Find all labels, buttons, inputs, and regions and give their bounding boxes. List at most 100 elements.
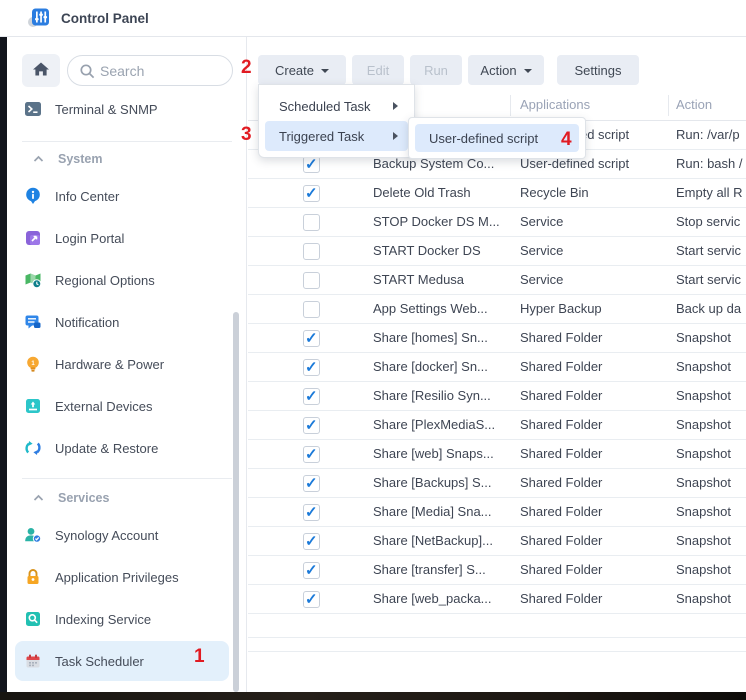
row-checkbox[interactable]: [303, 243, 320, 260]
sidebar-item-login-portal[interactable]: Login Portal: [15, 221, 229, 255]
task-name-cell: Share [Backups] S...: [373, 475, 505, 490]
create-button-label: Create: [275, 63, 314, 78]
sidebar-item-application-privileges[interactable]: Application Privileges: [15, 560, 229, 594]
menu-item-scheduled-task[interactable]: Scheduled Task: [265, 91, 408, 121]
synology-account-icon: [24, 526, 42, 544]
submenu-arrow-icon: [393, 102, 398, 110]
table-row[interactable]: Share [Resilio Syn... Shared Folder Snap…: [248, 382, 746, 411]
applications-cell: Recycle Bin: [520, 185, 662, 200]
action-cell: Snapshot: [676, 446, 746, 461]
table-row[interactable]: START Docker DS Service Start servic: [248, 237, 746, 266]
row-checkbox[interactable]: [303, 446, 320, 463]
row-checkbox[interactable]: [303, 562, 320, 579]
table-row[interactable]: START Medusa Service Start servic: [248, 266, 746, 295]
row-checkbox[interactable]: [303, 591, 320, 608]
table-row[interactable]: Share [transfer] S... Shared Folder Snap…: [248, 556, 746, 585]
menu-item-triggered-task[interactable]: Triggered Task: [265, 121, 408, 151]
table-row[interactable]: App Settings Web... Hyper Backup Back up…: [248, 295, 746, 324]
sidebar-divider: [22, 478, 232, 479]
task-name-cell: START Docker DS: [373, 243, 505, 258]
table-row[interactable]: Share [Media] Sna... Shared Folder Snaps…: [248, 498, 746, 527]
search-box: [67, 55, 233, 86]
task-name-cell: Share [homes] Sn...: [373, 330, 505, 345]
action-cell: Snapshot: [676, 533, 746, 548]
info-center-icon: [24, 187, 42, 205]
page-title: Control Panel: [61, 11, 149, 26]
applications-cell: Shared Folder: [520, 330, 662, 345]
sidebar-item-hardware-power[interactable]: 1 Hardware & Power: [15, 347, 229, 381]
table-row[interactable]: STOP Docker DS M... Service Stop servic: [248, 208, 746, 237]
table-row[interactable]: Share [Backups] S... Shared Folder Snaps…: [248, 469, 746, 498]
sidebar-item-external-devices[interactable]: External Devices: [15, 389, 229, 423]
action-cell: Back up da: [676, 301, 746, 316]
sidebar-item-info-center[interactable]: Info Center: [15, 179, 229, 213]
row-checkbox[interactable]: [303, 330, 320, 347]
row-checkbox[interactable]: [303, 185, 320, 202]
sidebar-item-terminal-snmp[interactable]: Terminal & SNMP: [15, 92, 229, 126]
row-checkbox[interactable]: [303, 301, 320, 318]
table-row[interactable]: Share [NetBackup]... Shared Folder Snaps…: [248, 527, 746, 556]
row-checkbox[interactable]: [303, 533, 320, 550]
task-name-cell: Share [Media] Sna...: [373, 504, 505, 519]
table-row[interactable]: Share [PlexMediaS... Shared Folder Snaps…: [248, 411, 746, 440]
settings-button-label: Settings: [575, 63, 622, 78]
task-name-cell: Share [web] Snaps...: [373, 446, 505, 461]
sidebar-item-label: Update & Restore: [55, 441, 158, 456]
action-column-header[interactable]: Action: [676, 97, 712, 112]
sidebar-section-system[interactable]: System: [33, 151, 102, 167]
applications-cell: Shared Folder: [520, 417, 662, 432]
edit-button[interactable]: Edit: [352, 55, 404, 85]
title-bar: Control Panel: [0, 0, 746, 37]
sidebar-item-indexing-service[interactable]: Indexing Service: [15, 602, 229, 636]
create-button[interactable]: Create: [258, 55, 346, 85]
action-cell: Run: bash /: [676, 156, 746, 171]
settings-button[interactable]: Settings: [557, 55, 639, 85]
table-row[interactable]: Share [homes] Sn... Shared Folder Snapsh…: [248, 324, 746, 353]
control-panel-icon: [27, 7, 51, 29]
regional-options-icon: [24, 271, 42, 289]
applications-column-header[interactable]: Applications: [520, 97, 590, 112]
menu-item-user-defined-script[interactable]: User-defined script: [415, 124, 579, 152]
table-row[interactable]: Delete Old Trash Recycle Bin Empty all R: [248, 179, 746, 208]
row-checkbox[interactable]: [303, 272, 320, 289]
row-checkbox[interactable]: [303, 214, 320, 231]
row-checkbox[interactable]: [303, 475, 320, 492]
row-checkbox[interactable]: [303, 156, 320, 173]
row-checkbox[interactable]: [303, 504, 320, 521]
external-devices-icon: [24, 397, 42, 415]
row-checkbox[interactable]: [303, 359, 320, 376]
row-checkbox[interactable]: [303, 417, 320, 434]
action-button[interactable]: Action: [468, 55, 544, 85]
table-row[interactable]: Share [docker] Sn... Shared Folder Snaps…: [248, 353, 746, 382]
task-name-cell: Share [docker] Sn...: [373, 359, 505, 374]
sidebar-section-services[interactable]: Services: [33, 490, 109, 506]
sidebar-item-label: External Devices: [55, 399, 153, 414]
applications-cell: Hyper Backup: [520, 301, 662, 316]
sidebar-item-update-restore[interactable]: Update & Restore: [15, 431, 229, 465]
run-button-label: Run: [424, 63, 448, 78]
chevron-up-icon: [33, 491, 44, 505]
table-row[interactable]: Share [web_packa... Shared Folder Snapsh…: [248, 585, 746, 614]
edit-button-label: Edit: [367, 63, 389, 78]
sidebar-scrollbar[interactable]: [233, 312, 239, 692]
sidebar-item-label: Hardware & Power: [55, 357, 164, 372]
sidebar-item-synology-account[interactable]: Synology Account: [15, 518, 229, 552]
sidebar-item-notification[interactable]: Notification: [15, 305, 229, 339]
menu-item-label: Scheduled Task: [279, 99, 393, 114]
chevron-up-icon: [33, 152, 44, 166]
column-separator: [510, 95, 511, 116]
table-row[interactable]: Share [web] Snaps... Shared Folder Snaps…: [248, 440, 746, 469]
row-checkbox[interactable]: [303, 388, 320, 405]
action-cell: Snapshot: [676, 359, 746, 374]
home-button[interactable]: [22, 54, 60, 87]
applications-cell: Shared Folder: [520, 359, 662, 374]
login-portal-icon: [24, 229, 42, 247]
run-button[interactable]: Run: [410, 55, 462, 85]
sidebar-item-label: Regional Options: [55, 273, 155, 288]
applications-cell: Service: [520, 272, 662, 287]
sidebar-item-regional-options[interactable]: Regional Options: [15, 263, 229, 297]
hardware-power-icon: 1: [24, 355, 42, 373]
applications-cell: Service: [520, 214, 662, 229]
desktop-edge-bottom: [0, 692, 746, 700]
search-input[interactable]: [100, 56, 228, 85]
